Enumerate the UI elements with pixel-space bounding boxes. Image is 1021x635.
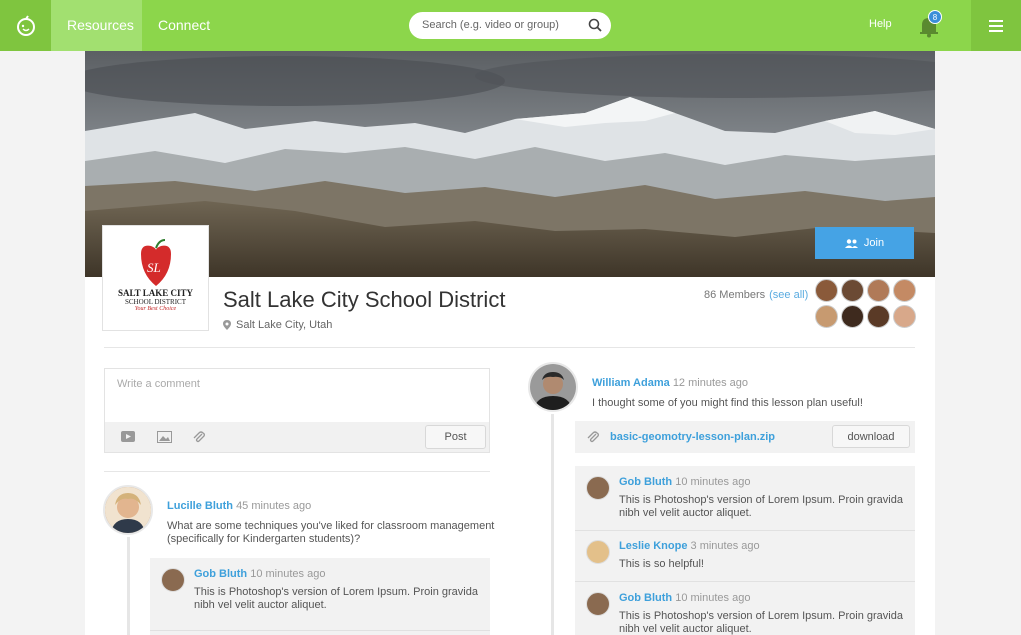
attachment-icon (587, 431, 599, 443)
avatar[interactable] (841, 305, 864, 328)
replies-box: Gob Bluth 10 minutes ago This is Photosh… (150, 558, 490, 635)
comment-input[interactable]: Write a comment (117, 378, 200, 390)
reply: Gob Bluth 10 minutes ago This is Photosh… (586, 476, 906, 532)
reply-author[interactable]: Gob Bluth (194, 568, 247, 580)
avatar[interactable] (161, 568, 185, 592)
reply-time: 10 minutes ago (250, 568, 326, 580)
page-title: Salt Lake City School District (223, 287, 506, 312)
location-text: Salt Lake City, Utah (236, 319, 333, 331)
avatar-image (530, 364, 576, 410)
reply-author[interactable]: Gob Bluth (619, 592, 672, 604)
avatar[interactable] (586, 592, 610, 616)
search-placeholder: Search (e.g. video or group) (422, 19, 559, 31)
hamburger-menu-icon (989, 19, 1003, 32)
avatar[interactable] (893, 305, 916, 328)
video-icon[interactable] (121, 431, 135, 442)
avatar[interactable] (586, 540, 610, 564)
reply-header: Gob Bluth 10 minutes ago (619, 476, 750, 488)
reply-header: Gob Bluth 10 minutes ago (194, 568, 325, 580)
reply: Leslie Knope 3 minutes ago This is so he… (586, 540, 906, 580)
post-author[interactable]: William Adama (592, 377, 670, 389)
members-count: 86 Members (704, 289, 766, 301)
post-header: Lucille Bluth 45 minutes ago (167, 500, 311, 512)
avatar-image (105, 487, 151, 533)
attachment-icon[interactable] (193, 431, 205, 443)
avatar[interactable] (893, 279, 916, 302)
divider (104, 471, 490, 472)
map-pin-icon (223, 320, 231, 330)
post-time: 45 minutes ago (236, 500, 312, 512)
reply-time: 10 minutes ago (675, 476, 751, 488)
thread-line (127, 537, 130, 635)
help-link[interactable]: Help (869, 18, 892, 30)
reply: Gob Bluth 10 minutes ago This is Photosh… (161, 568, 481, 628)
divider (575, 581, 915, 582)
reply-author[interactable]: Gob Bluth (619, 476, 672, 488)
reply-text: This is so helpful! (619, 558, 704, 570)
logo-line-2: SCHOOL DISTRICT (125, 298, 186, 306)
post-button[interactable]: Post (425, 425, 486, 449)
divider (104, 347, 915, 348)
members-summary: 86 Members (see all) (704, 289, 808, 301)
reply-header: Leslie Knope 3 minutes ago (619, 540, 760, 552)
location: Salt Lake City, Utah (223, 319, 332, 331)
notification-badge: 8 (928, 10, 942, 24)
group-panel: Join SL SALT LAKE CITY SCHOOL DISTRICT Y… (85, 51, 935, 635)
divider (150, 630, 490, 631)
logo-line-1: SALT LAKE CITY (117, 288, 194, 298)
join-button[interactable]: Join (815, 227, 914, 259)
post-author[interactable]: Lucille Bluth (167, 500, 233, 512)
avatar[interactable] (528, 362, 578, 412)
members-icon (844, 238, 858, 248)
app-logo[interactable] (0, 0, 51, 51)
join-label: Join (863, 237, 885, 249)
thread-line (551, 414, 554, 635)
search-input[interactable]: Search (e.g. video or group) (409, 12, 611, 39)
comment-composer[interactable]: Write a comment Post (104, 368, 490, 453)
apple-logo-icon: SL (141, 239, 171, 286)
attachment: basic-geomotry-lesson-plan.zip download (575, 421, 915, 453)
image-icon[interactable] (157, 431, 172, 443)
post-text: I thought some of you might find this le… (592, 397, 863, 409)
reply-author[interactable]: Leslie Knope (619, 540, 687, 552)
replies-box: Gob Bluth 10 minutes ago This is Photosh… (575, 466, 915, 635)
avatar[interactable] (103, 485, 153, 535)
district-logo: SL SALT LAKE CITY SCHOOL DISTRICT Your B… (102, 225, 209, 331)
avatar[interactable] (867, 305, 890, 328)
tab-resources[interactable]: Resources (51, 0, 142, 51)
reply-time: 10 minutes ago (675, 592, 751, 604)
download-button[interactable]: download (832, 425, 910, 448)
menu-button[interactable] (971, 0, 1021, 51)
tab-connect[interactable]: Connect (142, 0, 226, 51)
apple-logo-icon (16, 14, 35, 36)
composer-toolbar: Post (105, 422, 489, 452)
attachment-filename[interactable]: basic-geomotry-lesson-plan.zip (610, 431, 775, 443)
reply-text: This is Photoshop's version of Lorem Ips… (619, 494, 903, 519)
see-all-link[interactable]: (see all) (769, 289, 808, 301)
cover-image (85, 51, 935, 277)
avatar[interactable] (867, 279, 890, 302)
avatar[interactable] (586, 476, 610, 500)
post-time: 12 minutes ago (672, 377, 749, 389)
reply-header: Gob Bluth 10 minutes ago (619, 592, 750, 604)
reply-time: 3 minutes ago (690, 540, 760, 552)
top-nav: Resources Connect Search (e.g. video or … (0, 0, 1021, 51)
reply: Gob Bluth 10 minutes ago This is Photosh… (586, 592, 906, 635)
logo-tagline: Your Best Choice (134, 306, 177, 312)
reply-text: This is Photoshop's version of Lorem Ips… (194, 586, 478, 611)
avatar[interactable] (815, 305, 838, 328)
post-text: What are some techniques you've liked fo… (167, 520, 495, 545)
divider (575, 530, 915, 531)
avatar[interactable] (815, 279, 838, 302)
avatar[interactable] (841, 279, 864, 302)
svg-text:SL: SL (147, 260, 161, 275)
search-icon[interactable] (588, 18, 602, 32)
reply-text: This is Photoshop's version of Lorem Ips… (619, 610, 903, 635)
post-header: William Adama 12 minutes ago (592, 377, 748, 389)
